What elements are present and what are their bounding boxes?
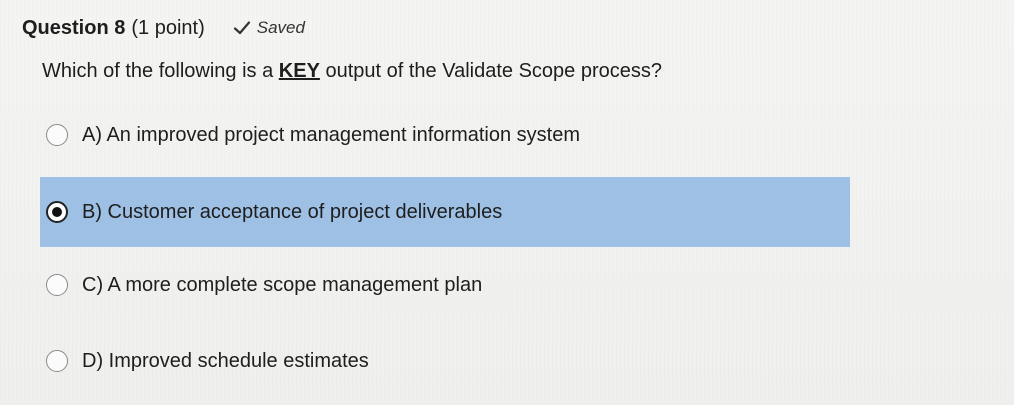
quiz-screen: Question 8 (1 point) Saved Which of the … bbox=[0, 0, 1014, 405]
radio-button-d[interactable] bbox=[46, 350, 68, 372]
check-icon bbox=[233, 19, 251, 37]
prompt-text-before: Which of the following is a bbox=[42, 60, 279, 82]
prompt-key-word: KEY bbox=[278, 60, 320, 82]
answer-label-b[interactable]: B) Customer acceptance of project delive… bbox=[82, 201, 502, 224]
question-title: Question 8 bbox=[22, 16, 126, 39]
answer-label-c[interactable]: C) A more complete scope management plan bbox=[82, 274, 482, 297]
answer-label-d[interactable]: D) Improved schedule estimates bbox=[82, 350, 369, 373]
answer-option-b[interactable]: B) Customer acceptance of project delive… bbox=[40, 177, 850, 247]
answer-option-a[interactable]: A) An improved project management inform… bbox=[40, 100, 850, 170]
saved-status: Saved bbox=[233, 18, 305, 38]
radio-button-c[interactable] bbox=[46, 274, 68, 296]
answer-option-c[interactable]: C) A more complete scope management plan bbox=[40, 250, 850, 320]
question-header: Question 8 (1 point) Saved bbox=[22, 12, 305, 44]
answer-option-d[interactable]: D) Improved schedule estimates bbox=[40, 326, 850, 396]
question-points: (1 point) bbox=[131, 16, 205, 39]
answer-label-a[interactable]: A) An improved project management inform… bbox=[82, 124, 580, 147]
question-prompt: Which of the following is a KEY output o… bbox=[42, 60, 662, 83]
saved-label: Saved bbox=[256, 18, 305, 37]
prompt-text-after: output of the Validate Scope process? bbox=[319, 60, 662, 82]
radio-button-b[interactable] bbox=[46, 201, 68, 223]
radio-button-a[interactable] bbox=[46, 124, 68, 146]
